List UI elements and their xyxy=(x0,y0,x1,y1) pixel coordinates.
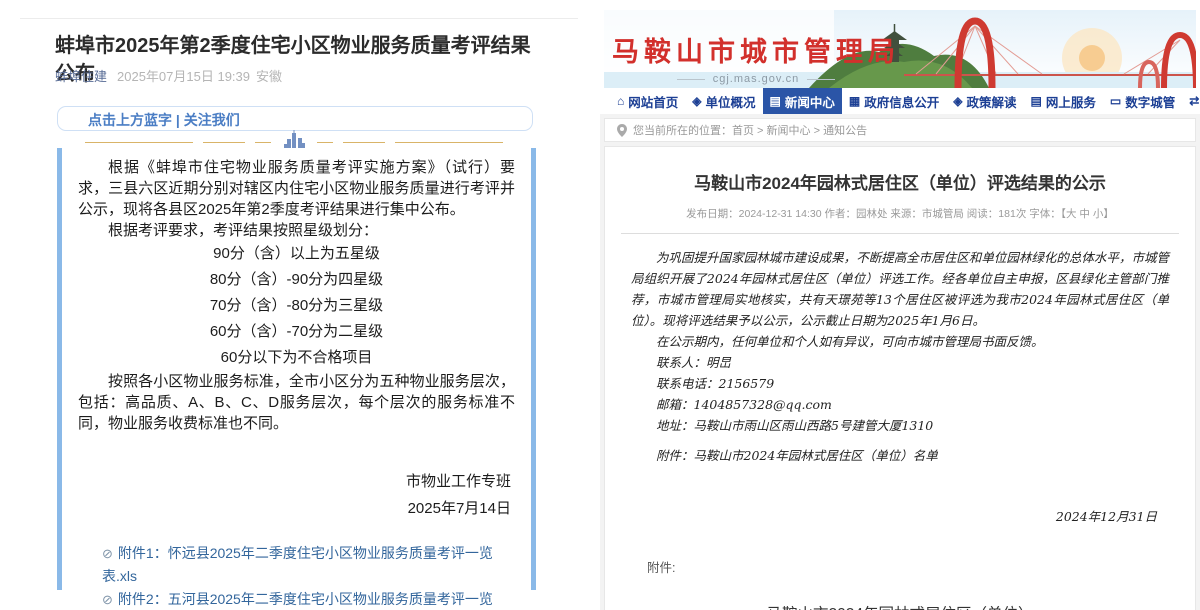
attachment-link-row: ⊘附件2：五河县2025年二季度住宅小区物业服务质量考评一览表.xlsx xyxy=(102,588,515,610)
star-line: 60分以下为不合格项目 xyxy=(78,345,515,371)
account-name[interactable]: 蚌埠住建 xyxy=(55,69,107,84)
article-body: 根据《蚌埠市住宅物业服务质量考评实施方案》（试行）要求，三县六区近期分别对辖区内… xyxy=(57,148,536,590)
nav-policy-interpretation[interactable]: ◈政策解读 xyxy=(946,88,1023,114)
gov-website-page: 马鞍山市城市管理局 cgj.mas.gov.cn ⌂网站首页 ◈单位概况 ▤新闻… xyxy=(600,0,1200,610)
paragraph: 根据《蚌埠市住宅物业服务质量考评实施方案》（试行）要求，三县六区近期分别对辖区内… xyxy=(78,157,515,220)
news-icon: ▤ xyxy=(770,94,781,108)
home-icon: ⌂ xyxy=(617,94,624,108)
announcement-meta: 发布日期：2024-12-31 14:30 作者：园林处 来源：市城管局 阅读：… xyxy=(605,206,1195,221)
nav-digital-management[interactable]: ▭数字城管 xyxy=(1103,88,1182,114)
site-banner: 马鞍山市城市管理局 cgj.mas.gov.cn xyxy=(604,10,1196,88)
paragraph: 为巩固提升国家园林城市建设成果，不断提高全市居住区和单位园林绿化的总体水平，市城… xyxy=(631,247,1169,331)
signature-block: 市物业工作专班 2025年7月14日 xyxy=(78,468,515,522)
contact-phone: 联系电话：2156579 xyxy=(631,373,1169,394)
star-line: 90分（含）以上为五星级 xyxy=(78,241,515,267)
location-pin-icon xyxy=(617,124,627,137)
article-meta: 蚌埠住建 2025年07月15日 19:39 安徽 xyxy=(55,66,288,85)
document-icon: ▦ xyxy=(849,94,860,108)
contact-person: 联系人：明旵 xyxy=(631,352,1169,373)
nav-home[interactable]: ⌂网站首页 xyxy=(610,88,685,114)
nav-overview[interactable]: ◈单位概况 xyxy=(685,88,762,114)
form-icon: ▤ xyxy=(1030,94,1041,108)
paragraph: 在公示期内，任何单位和个人如有异议，可向市城市管理局书面反馈。 xyxy=(631,331,1169,352)
signature-org: 市物业工作专班 xyxy=(78,468,511,495)
contact-address: 地址：马鞍山市雨山区雨山西路5号建管大厦1310 xyxy=(631,415,1169,436)
appendix-title: 马鞍山市2024年园林式居住区（单位） xyxy=(631,602,1169,610)
star-line: 70分（含）-80分为三星级 xyxy=(78,293,515,319)
attachment-link-1[interactable]: 附件1：怀远县2025年二季度住宅小区物业服务质量考评一览表.xls xyxy=(102,545,493,584)
article-panel: 马鞍山市2024年园林式居住区（单位）评选结果的公示 发布日期：2024-12-… xyxy=(604,146,1196,610)
attachment-icon: ⊘ xyxy=(102,592,113,607)
announcement-date: 2024年12月31日 xyxy=(631,506,1169,527)
main-nav: ⌂网站首页 ◈单位概况 ▤新闻中心 ▦政府信息公开 ◈政策解读 ▤网上服务 ▭数… xyxy=(604,88,1196,114)
attachment-link-row: ⊘附件1：怀远县2025年二季度住宅小区物业服务质量考评一览表.xls xyxy=(102,542,515,588)
publish-region: 安徽 xyxy=(256,69,282,84)
top-divider xyxy=(20,18,578,19)
contact-email: 邮箱：1404857328@qq.com xyxy=(631,394,1169,415)
follow-us-text: 点击上方蓝字 | 关注我们 xyxy=(88,110,240,130)
site-masthead: 马鞍山市城市管理局 cgj.mas.gov.cn xyxy=(612,30,900,85)
paragraph: 按照各小区物业服务标准，全市小区分为五种物业服务层次，包括：高品质、A、B、C、… xyxy=(78,371,515,434)
site-domain-row: cgj.mas.gov.cn xyxy=(612,73,900,85)
monitor-icon: ▭ xyxy=(1110,94,1121,108)
attachment-label: 附件: xyxy=(647,557,1169,576)
star-line: 80分（含）-90分为四星级 xyxy=(78,267,515,293)
signature-date: 2025年7月14日 xyxy=(78,495,511,522)
nav-info-disclosure[interactable]: ▦政府信息公开 xyxy=(842,88,946,114)
announcement-body: 为巩固提升国家园林城市建设成果，不断提高全市居住区和单位园林绿化的总体水平，市城… xyxy=(605,234,1195,610)
breadcrumb: 您当前所在的位置：首页 > 新闻中心 > 通知公告 xyxy=(604,118,1196,142)
nav-interaction[interactable]: ⇄互动交流 xyxy=(1182,88,1200,114)
publish-datetime: 2025年07月15日 19:39 xyxy=(117,69,250,84)
nav-news-center[interactable]: ▤新闻中心 xyxy=(763,88,842,114)
attachment-list: ⊘附件1：怀远县2025年二季度住宅小区物业服务质量考评一览表.xls ⊘附件2… xyxy=(78,542,515,610)
wechat-article-page: 蚌埠市2025年第2季度住宅小区物业服务质量考评结果公布 蚌埠住建2025年07… xyxy=(0,0,600,610)
paragraph: 根据考评要求，考评结果按照星级划分： xyxy=(78,220,515,241)
exchange-icon: ⇄ xyxy=(1189,94,1199,108)
attachment-reference: 附件：马鞍山市2024年园林式居住区（单位）名单 xyxy=(631,445,1169,466)
star-line: 60分（含）-70分为二星级 xyxy=(78,319,515,345)
follow-us-banner[interactable]: 点击上方蓝字 | 关注我们 xyxy=(57,106,533,131)
layers-icon: ◈ xyxy=(692,94,701,108)
attachment-icon: ⊘ xyxy=(102,546,113,561)
breadcrumb-text[interactable]: 您当前所在的位置：首页 > 新闻中心 > 通知公告 xyxy=(633,122,867,138)
site-name: 马鞍山市城市管理局 xyxy=(612,30,900,69)
star-rating-list: 90分（含）以上为五星级 80分（含）-90分为四星级 70分（含）-80分为三… xyxy=(78,241,515,371)
announcement-title: 马鞍山市2024年园林式居住区（单位）评选结果的公示 xyxy=(605,169,1195,194)
screenshot-root: 蚌埠市2025年第2季度住宅小区物业服务质量考评结果公布 蚌埠住建2025年07… xyxy=(0,0,1200,610)
site-domain: cgj.mas.gov.cn xyxy=(713,73,800,85)
attachment-link-2[interactable]: 附件2：五河县2025年二季度住宅小区物业服务质量考评一览表.xlsx xyxy=(102,591,493,610)
nav-online-service[interactable]: ▤网上服务 xyxy=(1023,88,1102,114)
layers-icon: ◈ xyxy=(953,94,962,108)
